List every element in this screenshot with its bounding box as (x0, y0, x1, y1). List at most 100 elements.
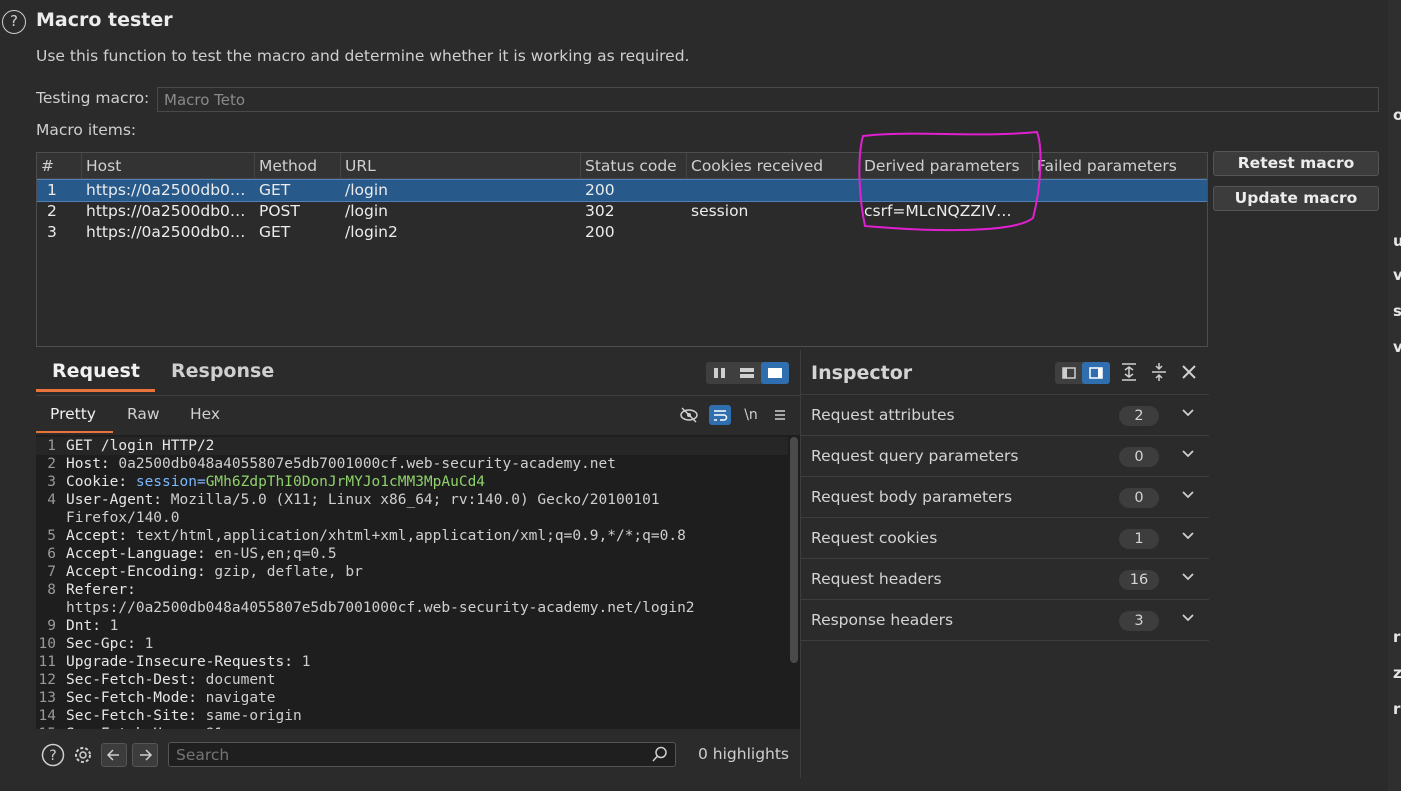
editor-line[interactable]: 7 Accept-Encoding: gzip, deflate, br (36, 563, 788, 581)
testing-macro-field[interactable] (157, 87, 1379, 112)
column-header-method[interactable]: Method (255, 153, 341, 179)
line-number: 5 (47, 528, 56, 544)
line-content: User-Agent: Mozilla/5.0 (X11; Linux x86_… (66, 492, 660, 508)
cell-failed (1033, 222, 1207, 243)
next-arrow-icon[interactable] (132, 743, 158, 767)
line-number: 11 (38, 654, 56, 670)
previous-arrow-icon[interactable] (101, 743, 127, 767)
single-pane-icon[interactable] (761, 362, 789, 384)
editor-line[interactable]: 2 Host: 0a2500db048a4055807e5db7001000cf.… (36, 455, 788, 473)
section-label: Response headers (811, 611, 954, 629)
chevron-down-icon[interactable] (1181, 406, 1195, 424)
tab-pretty[interactable]: Pretty (50, 405, 96, 423)
line-content: Firefox/140.0 (66, 510, 180, 526)
split-columns-icon[interactable] (706, 362, 734, 384)
column-header-cookies-received[interactable]: Cookies received (687, 153, 860, 179)
line-number: 10 (38, 636, 56, 652)
layout-toggle-group (706, 362, 789, 384)
column-header-failed-parameters[interactable]: Failed parameters (1033, 153, 1207, 179)
editor-line[interactable]: 14 Sec-Fetch-Site: same-origin (36, 707, 788, 725)
editor-line[interactable]: 8 Referer: (36, 581, 788, 599)
editor-line[interactable]: 3 Cookie: session=GMh6ZdpThI0DonJrMYJo1cM… (36, 473, 788, 491)
chevron-down-icon[interactable] (1181, 488, 1195, 506)
editor-line[interactable]: Firefox/140.0 (36, 509, 788, 527)
editor-line[interactable]: 1 GET /login HTTP/2 (36, 437, 788, 455)
editor-line[interactable]: 12 Sec-Fetch-Dest: document (36, 671, 788, 689)
tab-response[interactable]: Response (171, 360, 274, 382)
line-number: 1 (47, 438, 56, 454)
count-badge: 3 (1119, 611, 1159, 631)
word-wrap-icon[interactable] (709, 405, 731, 425)
inspector-section-cookies[interactable]: Request cookies 1 (801, 518, 1209, 559)
update-macro-button[interactable]: Update macro (1213, 186, 1379, 211)
line-content: https://0a2500db048a4055807e5db7001000cf… (66, 600, 695, 616)
close-icon[interactable] (1179, 362, 1199, 386)
cell-status: 200 (585, 181, 615, 199)
active-subtab-indicator (36, 431, 113, 433)
editor-line[interactable]: 9 Dnt: 1 (36, 617, 788, 635)
column-header-url[interactable]: URL (341, 153, 581, 179)
inspector-section-body-parameters[interactable]: Request body parameters 0 (801, 477, 1209, 518)
inspector-right-layout-icon[interactable] (1082, 362, 1110, 384)
editor-line[interactable]: https://0a2500db048a4055807e5db7001000cf… (36, 599, 788, 617)
clipped-text: r (1393, 628, 1401, 646)
request-editor[interactable]: 1 GET /login HTTP/2 2 Host: 0a2500db048a405… (36, 435, 800, 729)
split-rows-icon[interactable] (733, 362, 761, 384)
settings-gear-icon[interactable] (71, 743, 95, 767)
tab-raw[interactable]: Raw (127, 405, 160, 423)
line-content: Referer: (66, 582, 136, 598)
request-panel: Request Response Pretty Raw Hex \n 1 GET … (36, 350, 800, 778)
help-icon[interactable]: ? (41, 743, 65, 767)
chevron-down-icon[interactable] (1181, 447, 1195, 465)
clipped-text: r (1393, 700, 1401, 718)
hide-nonprintable-icon[interactable] (678, 405, 700, 425)
editor-scrollbar[interactable] (790, 437, 798, 663)
cell-failed (1033, 180, 1207, 201)
editor-line[interactable]: 5 Accept: text/html,application/xhtml+xml… (36, 527, 788, 545)
tab-request[interactable]: Request (52, 360, 140, 382)
show-newlines-toggle[interactable]: \n (740, 405, 762, 425)
retest-macro-button[interactable]: Retest macro (1213, 151, 1379, 176)
page-title: Macro tester (36, 9, 173, 31)
editor-line[interactable]: 10 Sec-Gpc: 1 (36, 635, 788, 653)
collapse-all-icon[interactable] (1149, 362, 1169, 386)
editor-line[interactable]: 6 Accept-Language: en-US,en;q=0.5 (36, 545, 788, 563)
clipped-text: o (1393, 106, 1401, 124)
clipped-text: z (1393, 664, 1401, 682)
chevron-down-icon[interactable] (1181, 611, 1195, 629)
expand-all-icon[interactable] (1119, 362, 1139, 386)
column-header-status-code[interactable]: Status code (581, 153, 687, 179)
count-badge: 0 (1119, 447, 1159, 467)
column-header-host[interactable]: Host (82, 153, 255, 179)
editor-line[interactable]: 15 Sec-Fetch-User: ?1 (36, 725, 788, 729)
section-label: Request headers (811, 570, 942, 588)
cell-method: POST (259, 202, 300, 220)
inspector-section-request-attributes[interactable]: Request attributes 2 (801, 395, 1209, 436)
search-input[interactable] (168, 742, 676, 767)
clipped-text: v (1393, 338, 1401, 356)
inspector-layout-toggle (1055, 362, 1110, 384)
editor-line[interactable]: 13 Sec-Fetch-Mode: navigate (36, 689, 788, 707)
help-icon[interactable]: ? (2, 10, 26, 34)
editor-line[interactable]: 11 Upgrade-Insecure-Requests: 1 (36, 653, 788, 671)
section-label: Request attributes (811, 406, 955, 424)
inspector-section-request-headers[interactable]: Request headers 16 (801, 559, 1209, 600)
line-number: 4 (47, 492, 56, 508)
search-icon[interactable] (652, 746, 668, 766)
inspector-section-query-parameters[interactable]: Request query parameters 0 (801, 436, 1209, 477)
menu-icon[interactable] (769, 405, 791, 425)
cell-host: https://0a2500db0… (86, 223, 246, 241)
inspector-section-response-headers[interactable]: Response headers 3 (801, 600, 1209, 641)
chevron-down-icon[interactable] (1181, 529, 1195, 547)
section-label: Request query parameters (811, 447, 1019, 465)
chevron-down-icon[interactable] (1181, 570, 1195, 588)
editor-line[interactable]: 4 User-Agent: Mozilla/5.0 (X11; Linux x86… (36, 491, 788, 509)
inspector-left-layout-icon[interactable] (1055, 362, 1083, 384)
section-label: Request body parameters (811, 488, 1013, 506)
column-header-number[interactable]: # (37, 153, 82, 179)
message-view-tabs: Pretty Raw Hex \n (36, 395, 800, 433)
cell-host: https://0a2500db0… (86, 181, 246, 199)
section-label: Request cookies (811, 529, 938, 547)
count-badge: 16 (1119, 570, 1159, 590)
tab-hex[interactable]: Hex (190, 405, 220, 423)
